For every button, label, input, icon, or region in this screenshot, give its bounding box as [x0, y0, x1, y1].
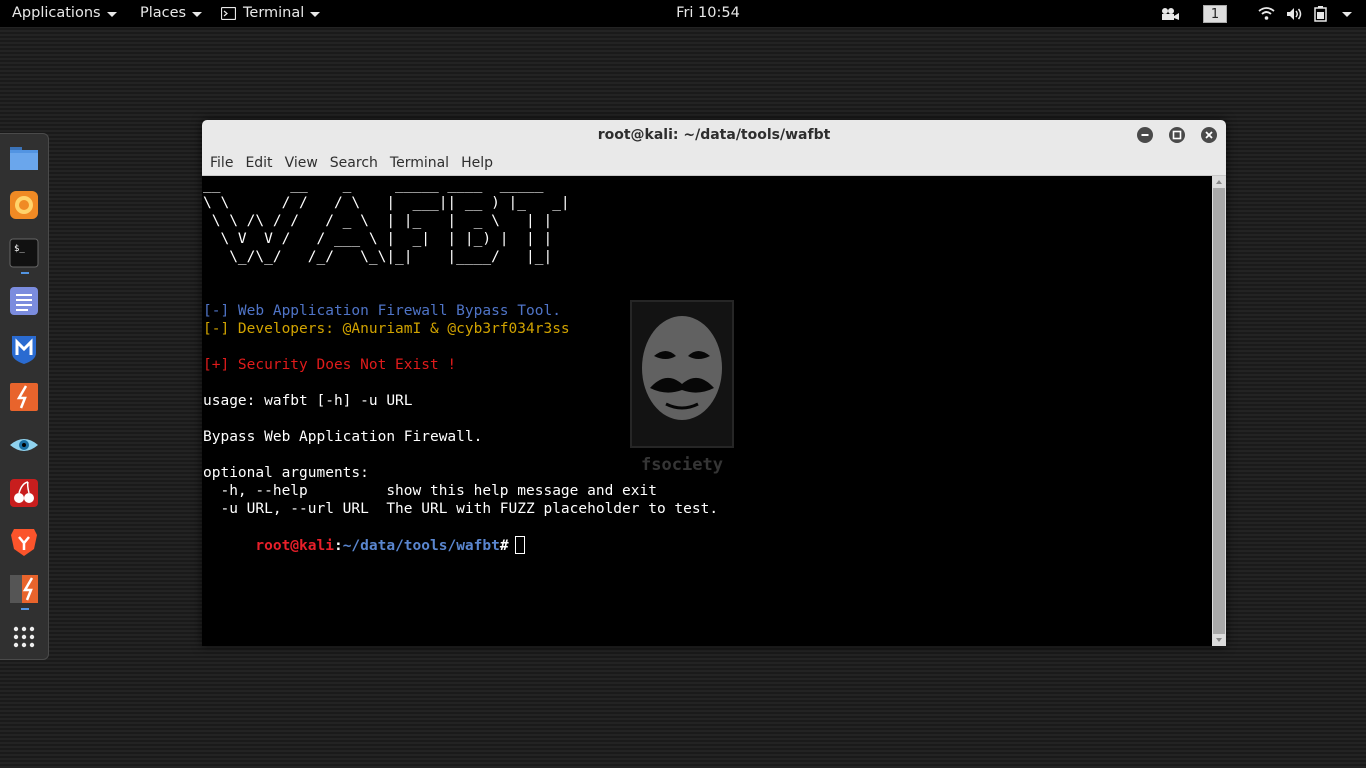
prompt-separator: : — [333, 538, 343, 554]
usage-line: usage: wafbt [-h] -u URL — [203, 393, 413, 409]
burpsuite-icon[interactable] — [8, 381, 40, 413]
window-menubar: File Edit View Search Terminal Help — [202, 151, 1226, 176]
text-editor-icon[interactable] — [8, 285, 40, 317]
wifi-icon[interactable] — [1258, 0, 1275, 27]
metasploit-icon[interactable] — [8, 333, 40, 365]
menu-help[interactable]: Help — [461, 155, 493, 171]
volume-icon[interactable] — [1286, 0, 1303, 27]
svg-text:$_: $_ — [14, 244, 25, 254]
text-cursor — [514, 536, 525, 554]
prompt-symbol: # — [499, 538, 509, 554]
workspace-switcher[interactable]: 1 — [1203, 0, 1227, 27]
system-menu[interactable] — [1336, 0, 1352, 27]
app-grid-icon[interactable] — [8, 621, 40, 653]
menu-search[interactable]: Search — [330, 155, 378, 171]
menu-edit[interactable]: Edit — [245, 155, 272, 171]
scroll-down-icon[interactable] — [1212, 635, 1226, 645]
info-developers-line: [-] Developers: @AnuriamI & @cyb3rf034r3… — [203, 321, 570, 337]
burpsuite-alt-icon[interactable] — [8, 573, 40, 605]
terminal-window: root@kali: ~/data/tools/wafbt File Edit … — [202, 120, 1226, 646]
optional-header-line: optional arguments: — [203, 465, 369, 481]
window-title: root@kali: ~/data/tools/wafbt — [597, 127, 831, 143]
menu-terminal[interactable]: Terminal — [390, 155, 449, 171]
prompt-user: root@kali — [255, 538, 334, 554]
close-button[interactable] — [1201, 127, 1217, 143]
menu-view[interactable]: View — [285, 155, 318, 171]
arg-help-line: -h, --help show this help message and ex… — [203, 483, 657, 499]
scrollbar-thumb[interactable] — [1213, 188, 1225, 634]
workspace-indicator: 1 — [1203, 4, 1227, 23]
files-icon[interactable] — [8, 142, 40, 174]
video-camera-icon[interactable] — [1160, 0, 1180, 27]
info-tool-line: [-] Web Application Firewall Bypass Tool… — [203, 303, 561, 319]
description-line: Bypass Web Application Firewall. — [203, 429, 483, 445]
arg-url-line: -u URL, --url URL The URL with FUZZ plac… — [203, 501, 719, 517]
menu-file[interactable]: File — [210, 155, 233, 171]
cherry-icon[interactable] — [8, 477, 40, 509]
eye-icon[interactable] — [8, 429, 40, 461]
firefox-icon[interactable] — [8, 189, 40, 221]
terminal-output[interactable]: fsociety __ __ _ _____ ____ _____ \ \ / … — [202, 176, 1212, 646]
maximize-button[interactable] — [1169, 127, 1185, 143]
prompt-line[interactable]: root@kali:~/data/tools/wafbt# — [202, 518, 1212, 554]
running-indicator — [21, 272, 29, 274]
wafbt-ascii-banner: __ __ _ _____ ____ _____ \ \ / / / \ | _… — [203, 177, 570, 265]
chevron-down-icon — [1342, 12, 1352, 17]
top-panel: Applications Places Terminal Fri 10:54 1 — [0, 0, 1366, 27]
prompt-path: ~/data/tools/wafbt — [342, 538, 500, 554]
info-security-line: [+] Security Does Not Exist ! — [203, 357, 457, 373]
terminal-icon[interactable]: $_ — [8, 237, 40, 269]
dock: $_ — [0, 133, 49, 660]
window-titlebar[interactable]: root@kali: ~/data/tools/wafbt — [202, 120, 1226, 151]
battery-icon[interactable] — [1314, 0, 1327, 27]
scroll-up-icon[interactable] — [1212, 177, 1226, 187]
brave-icon[interactable] — [8, 525, 40, 557]
running-indicator — [21, 608, 29, 610]
minimize-button[interactable] — [1137, 127, 1153, 143]
scrollbar[interactable] — [1212, 176, 1226, 646]
